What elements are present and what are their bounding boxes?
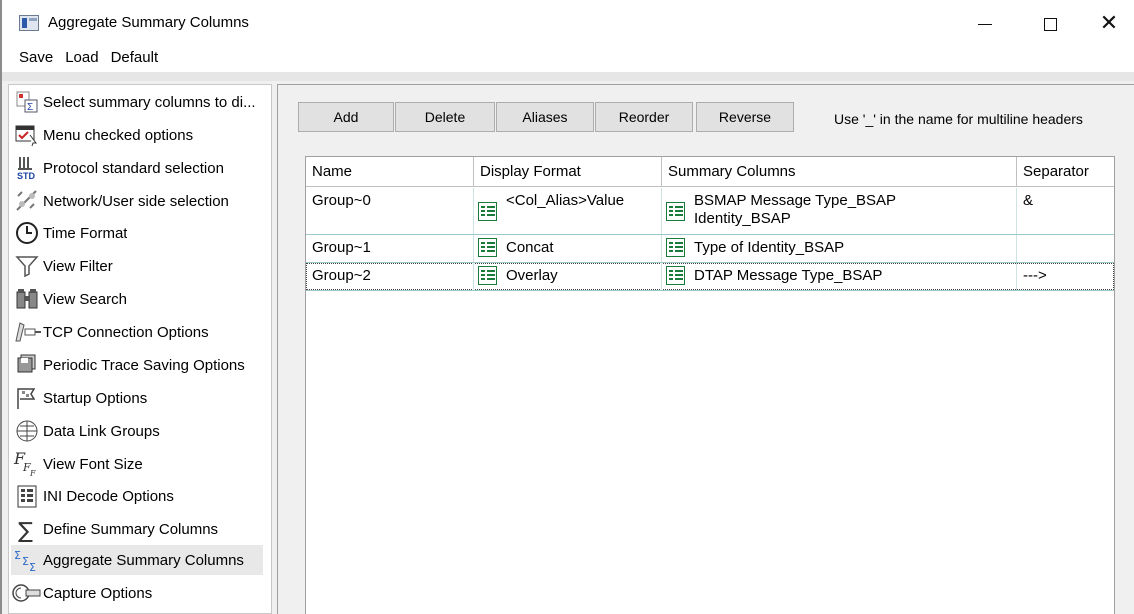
sidebar-item-ini-decode-options[interactable]: INI Decode Options xyxy=(11,481,263,511)
svg-text:∑: ∑ xyxy=(18,519,33,542)
binoculars-icon xyxy=(11,285,43,313)
startup-icon xyxy=(11,384,43,412)
format-value: Overlay xyxy=(506,267,558,284)
sidebar-item-menu-checked-options[interactable]: Menu checked options xyxy=(11,120,263,150)
menu-default[interactable]: Default xyxy=(111,44,159,72)
minimize-icon xyxy=(978,23,992,25)
cell-name[interactable]: Group~0 xyxy=(306,188,474,234)
title-bar: Aggregate Summary Columns ✕ xyxy=(2,0,1134,44)
options-sidebar: Σ Select summary columns to di... Menu c… xyxy=(8,84,272,614)
aggregate-summary-panel: Add Delete Aliases Reorder Reverse Use '… xyxy=(277,84,1134,614)
window-title: Aggregate Summary Columns xyxy=(48,14,249,31)
filter-icon xyxy=(11,252,43,280)
sidebar-item-data-link-groups[interactable]: Data Link Groups xyxy=(11,416,263,446)
table-row[interactable]: Group~0 <Col_Alias>Value BSMAP Message T… xyxy=(306,188,1114,234)
columns-edit-icon[interactable] xyxy=(666,266,685,285)
sidebar-item-view-search[interactable]: View Search xyxy=(11,284,263,314)
svg-text:Σ: Σ xyxy=(29,561,36,573)
cell-name[interactable]: Group~2 xyxy=(306,263,474,290)
aggregate-sigma-icon: ΣΣΣ xyxy=(11,546,43,574)
menu-save[interactable]: Save xyxy=(19,44,53,72)
aggregate-grid: Name Display Format Summary Columns Sepa… xyxy=(305,156,1115,614)
clock-icon xyxy=(11,219,43,247)
multiline-hint: Use '_' in the name for multiline header… xyxy=(834,111,1083,127)
format-edit-icon[interactable] xyxy=(478,238,497,257)
columns-line1: BSMAP Message Type_BSAP xyxy=(694,192,897,209)
sidebar-item-startup-options[interactable]: Startup Options xyxy=(11,383,263,413)
cell-display-format[interactable]: Overlay xyxy=(474,263,662,290)
format-edit-icon[interactable] xyxy=(478,202,497,221)
columns-line1: DTAP Message Type_BSAP xyxy=(694,267,883,284)
format-value: <Col_Alias>Value xyxy=(506,192,625,209)
tcp-connection-icon xyxy=(11,318,43,346)
sidebar-item-capture-options[interactable]: Capture Options xyxy=(11,578,263,608)
ini-decode-icon xyxy=(11,482,43,510)
sidebar-item-define-summary-columns[interactable]: ∑ Define Summary Columns xyxy=(11,514,263,544)
cell-separator[interactable]: ---> xyxy=(1017,263,1114,290)
reorder-button[interactable]: Reorder xyxy=(595,102,693,132)
header-display-format[interactable]: Display Format xyxy=(474,157,662,187)
menu-options-icon xyxy=(11,121,43,149)
sidebar-item-view-font-size[interactable]: FFF View Font Size xyxy=(11,449,263,479)
cell-summary-columns[interactable]: BSMAP Message Type_BSAP Identity_BSAP xyxy=(662,188,1017,234)
app-icon xyxy=(19,15,39,31)
svg-text:F: F xyxy=(29,469,36,478)
cell-separator[interactable] xyxy=(1017,235,1114,262)
close-icon: ✕ xyxy=(1099,11,1119,36)
application-window: Aggregate Summary Columns ✕ Save Load De… xyxy=(0,0,1134,614)
cell-display-format[interactable]: <Col_Alias>Value xyxy=(474,188,662,234)
reverse-button[interactable]: Reverse xyxy=(696,102,794,132)
cell-name[interactable]: Group~1 xyxy=(306,235,474,262)
minimize-button[interactable] xyxy=(962,8,1008,40)
data-link-icon xyxy=(11,417,43,445)
add-button[interactable]: Add xyxy=(298,102,394,132)
sidebar-item-select-summary-columns[interactable]: Σ Select summary columns to di... xyxy=(11,87,263,117)
header-separator[interactable]: Separator xyxy=(1017,157,1114,187)
sidebar-item-view-filter[interactable]: View Filter xyxy=(11,251,263,281)
columns-edit-icon[interactable] xyxy=(666,202,685,221)
sidebar-item-time-format[interactable]: Time Format xyxy=(11,218,263,248)
maximize-button[interactable] xyxy=(1027,8,1073,40)
header-name[interactable]: Name xyxy=(306,157,474,187)
protocol-std-icon: STD xyxy=(11,154,43,182)
format-edit-icon[interactable] xyxy=(478,266,497,285)
maximize-icon xyxy=(1043,17,1057,31)
cell-separator[interactable]: & xyxy=(1017,188,1114,234)
cell-summary-columns[interactable]: DTAP Message Type_BSAP xyxy=(662,263,1017,290)
sidebar-item-tcp-connection-options[interactable]: TCP Connection Options xyxy=(11,317,263,347)
summary-columns-icon: Σ xyxy=(11,88,43,116)
columns-line2: Identity_BSAP xyxy=(694,210,791,227)
cell-summary-columns[interactable]: Type of Identity_BSAP xyxy=(662,235,1017,262)
close-button[interactable]: ✕ xyxy=(1086,8,1132,40)
svg-text:Σ: Σ xyxy=(14,549,21,562)
menu-load[interactable]: Load xyxy=(65,44,98,72)
sidebar-item-protocol-standard[interactable]: STD Protocol standard selection xyxy=(11,153,263,183)
sidebar-item-network-user-side[interactable]: Network/User side selection xyxy=(11,186,263,216)
cell-display-format[interactable]: Concat xyxy=(474,235,662,262)
sidebar-item-aggregate-summary-columns[interactable]: ΣΣΣ Aggregate Summary Columns xyxy=(11,545,263,575)
table-row-selected[interactable]: Group~2 Overlay DTAP Message Type_BSAP -… xyxy=(306,263,1114,290)
format-value: Concat xyxy=(506,239,554,256)
sidebar-item-periodic-trace-saving[interactable]: Periodic Trace Saving Options xyxy=(11,350,263,380)
table-row[interactable]: Group~1 Concat Type of Identity_BSAP xyxy=(306,235,1114,262)
columns-line1: Type of Identity_BSAP xyxy=(694,239,845,256)
svg-text:Σ: Σ xyxy=(22,555,29,568)
capture-icon xyxy=(11,579,43,607)
network-side-icon xyxy=(11,187,43,215)
menu-separator xyxy=(2,72,1134,81)
menu-bar: Save Load Default xyxy=(2,44,1134,72)
sigma-icon: ∑ xyxy=(11,515,43,543)
save-trace-icon xyxy=(11,351,43,379)
columns-edit-icon[interactable] xyxy=(666,238,685,257)
aliases-button[interactable]: Aliases xyxy=(496,102,594,132)
font-size-icon: FFF xyxy=(11,450,43,478)
grid-header: Name Display Format Summary Columns Sepa… xyxy=(306,157,1114,187)
svg-text:STD: STD xyxy=(17,171,36,181)
row-divider xyxy=(306,290,1114,291)
svg-text:Σ: Σ xyxy=(27,102,33,113)
delete-button[interactable]: Delete xyxy=(395,102,495,132)
header-summary-columns[interactable]: Summary Columns xyxy=(662,157,1017,187)
